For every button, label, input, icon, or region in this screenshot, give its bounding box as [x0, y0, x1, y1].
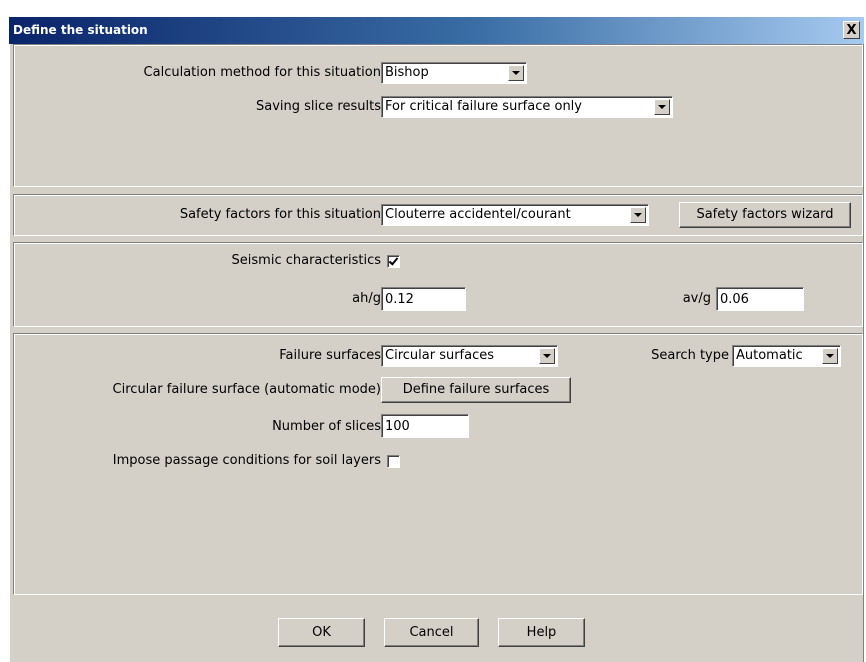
calculation-method-value: Bishop: [385, 65, 429, 80]
number-of-slices-input[interactable]: 100: [381, 414, 469, 438]
saving-slice-value: For critical failure surface only: [385, 99, 582, 114]
ahg-label: ah/g: [352, 291, 381, 306]
circular-failure-label: Circular failure surface (automatic mode…: [112, 382, 381, 397]
background-strip: [0, 0, 866, 16]
chevron-down-icon[interactable]: [539, 348, 555, 364]
safety-factors-select[interactable]: Clouterre accidentel/courant: [381, 204, 649, 226]
chevron-down-icon[interactable]: [630, 207, 646, 223]
failure-surfaces-select[interactable]: Circular surfaces: [381, 345, 558, 367]
window-title: Define the situation: [13, 23, 148, 37]
close-icon: X: [846, 23, 857, 38]
checkmark-icon: [388, 255, 399, 266]
failure-panel: Failure surfaces Circular surfaces Searc…: [13, 333, 863, 595]
failure-surfaces-value: Circular surfaces: [385, 348, 495, 363]
ahg-value: 0.12: [385, 292, 414, 307]
chevron-down-icon[interactable]: [822, 348, 838, 364]
safety-factors-label: Safety factors for this situation: [179, 207, 381, 222]
failure-surfaces-label: Failure surfaces: [279, 348, 381, 363]
seismic-checkbox[interactable]: [387, 255, 400, 268]
calculation-method-select[interactable]: Bishop: [381, 62, 527, 84]
avg-label: av/g: [682, 291, 711, 306]
seismic-characteristics-label: Seismic characteristics: [231, 253, 381, 268]
safety-panel: Safety factors for this situation Cloute…: [13, 194, 863, 236]
dialog-body: Calculation method for this situation Bi…: [9, 44, 864, 662]
safety-factors-value: Clouterre accidentel/courant: [385, 207, 571, 222]
calculation-panel: Calculation method for this situation Bi…: [13, 44, 863, 187]
search-type-select[interactable]: Automatic: [732, 345, 841, 367]
impose-passage-checkbox[interactable]: [387, 455, 400, 468]
number-of-slices-label: Number of slices: [272, 419, 381, 434]
define-failure-surfaces-button[interactable]: Define failure surfaces: [381, 377, 571, 403]
search-type-label: Search type: [651, 348, 729, 363]
search-type-value: Automatic: [736, 348, 803, 363]
impose-passage-label: Impose passage conditions for soil layer…: [112, 453, 381, 468]
saving-slice-select[interactable]: For critical failure surface only: [381, 96, 673, 118]
seismic-panel: Seismic characteristics ah/g 0.12 av/g 0…: [13, 242, 863, 327]
chevron-down-icon[interactable]: [654, 99, 670, 115]
number-of-slices-value: 100: [385, 419, 410, 434]
title-bar[interactable]: Define the situation X: [9, 17, 864, 44]
chevron-down-icon[interactable]: [508, 65, 524, 81]
avg-value: 0.06: [720, 292, 749, 307]
cancel-button[interactable]: Cancel: [384, 618, 479, 647]
close-button[interactable]: X: [843, 21, 860, 39]
ahg-input[interactable]: 0.12: [381, 287, 466, 311]
avg-input[interactable]: 0.06: [716, 287, 804, 311]
ok-button[interactable]: OK: [278, 618, 365, 647]
safety-factors-wizard-button[interactable]: Safety factors wizard: [679, 202, 851, 228]
saving-slice-label: Saving slice results: [256, 99, 381, 114]
help-button[interactable]: Help: [498, 618, 585, 647]
calculation-method-label: Calculation method for this situation: [143, 65, 381, 80]
